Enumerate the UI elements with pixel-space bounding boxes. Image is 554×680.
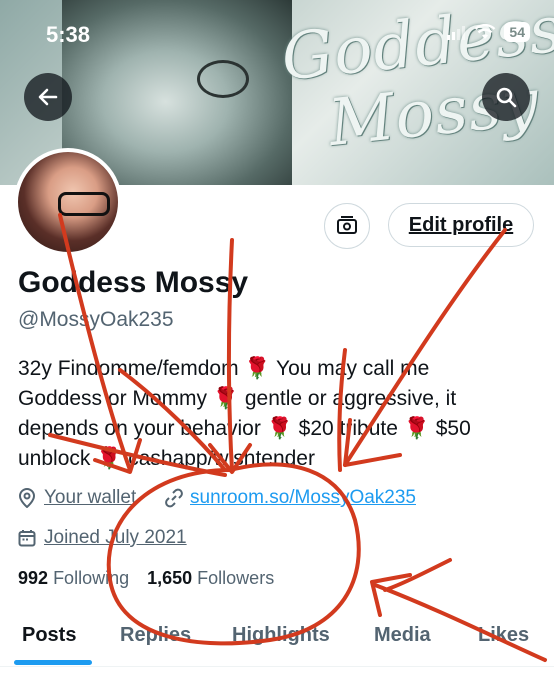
status-bar: 5:38 54 [0,0,554,60]
location-icon [18,488,36,508]
tab-likes[interactable]: Likes [478,624,529,647]
tab-posts[interactable]: Posts [22,624,76,647]
signal-icon [447,26,466,40]
status-time: 5:38 [46,22,91,47]
search-icon [496,87,517,108]
followers-count: 1,650 [147,568,193,588]
back-arrow-icon [38,88,58,106]
active-tab-indicator [14,660,92,665]
tab-highlights[interactable]: Highlights [232,624,330,647]
bio-line: 32y Findomme/femdom 🌹 You may call me [18,357,430,380]
wallet-link[interactable]: Your wallet [44,487,136,509]
display-name: Goddess Mossy [18,266,249,299]
back-button[interactable] [24,73,72,121]
wallet-row[interactable]: Your wallet [18,487,136,509]
bio: 32y Findomme/femdom 🌹 You may call me Go… [18,354,538,474]
avatar[interactable] [14,148,122,256]
calendar-icon [18,530,36,547]
follow-stats: 992 Following 1,650 Followers [18,568,274,589]
profile-tabs: Posts Replies Highlights Media Likes [0,610,554,667]
battery-icon: 54 [504,22,530,42]
search-button[interactable] [482,73,530,121]
annotation-arrow [383,558,452,592]
tab-media[interactable]: Media [374,624,431,647]
wifi-icon [475,24,496,39]
joined-row: Joined July 2021 [18,527,187,549]
handle: @MossyOak235 [18,308,174,331]
following-label: Following [53,568,130,588]
following-count: 992 [18,568,49,588]
followers-label: Followers [197,568,275,588]
bio-line: unblock 🌹 cashapp/wishtender [18,447,315,470]
bio-line: Goddess or Mommy 🌹 gentle or aggressive,… [18,387,457,410]
banner-glasses-shape [197,60,249,98]
status-icons: 54 [446,22,530,42]
edit-profile-button[interactable]: Edit profile [388,203,534,247]
following-stat[interactable]: 992 Following [18,568,129,588]
link-icon [165,488,183,508]
joined-date: Joined July 2021 [44,527,187,548]
website-row[interactable]: sunroom.so/MossyOak235 [164,487,416,509]
followers-stat[interactable]: 1,650 Followers [147,568,274,588]
tab-replies[interactable]: Replies [120,624,191,647]
subscriptions-button[interactable] [324,203,370,249]
avatar-glasses-shape [58,192,110,216]
website-link[interactable]: sunroom.so/MossyOak235 [190,487,416,509]
annotation-arrow [370,573,412,617]
bio-line: depends on your behavior 🌹 $20 tribute 🌹… [18,417,471,440]
subscriptions-icon [337,216,357,234]
